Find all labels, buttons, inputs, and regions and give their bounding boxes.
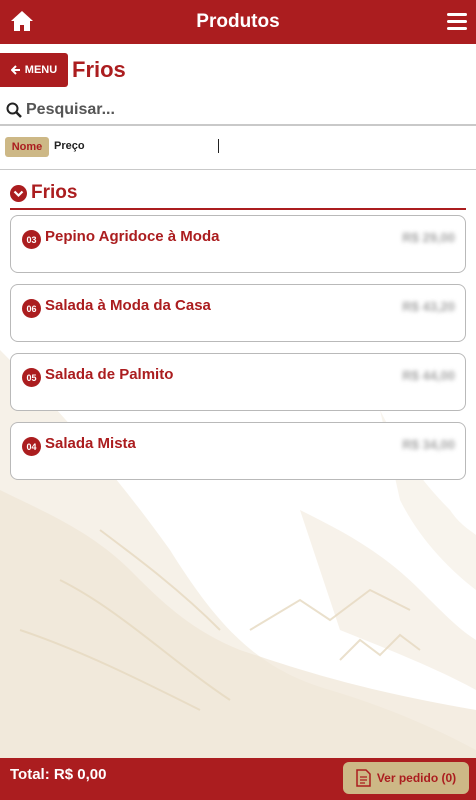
search-bar bbox=[0, 96, 476, 126]
product-item[interactable]: 05 Salada de Palmito R$ 44,00 bbox=[10, 353, 466, 411]
view-order-label: Ver pedido (0) bbox=[376, 771, 457, 785]
product-price: R$ 29,00 bbox=[402, 230, 455, 245]
product-name: Pepino Agridoce à Moda bbox=[45, 228, 220, 245]
app-header: Produtos bbox=[0, 0, 476, 44]
hamburger-bar bbox=[447, 13, 467, 16]
back-button-label: MENU bbox=[24, 64, 58, 76]
sort-by-price-button[interactable]: Preço bbox=[54, 140, 85, 152]
product-price: R$ 44,00 bbox=[402, 368, 455, 383]
product-list: 03 Pepino Agridoce à Moda R$ 29,00 06 Sa… bbox=[10, 215, 466, 491]
sort-bar: Nome Preço bbox=[0, 136, 476, 170]
product-price: R$ 43,20 bbox=[402, 299, 455, 314]
hamburger-bar bbox=[447, 20, 467, 23]
hamburger-menu-icon[interactable] bbox=[447, 13, 467, 31]
product-number-badge: 04 bbox=[22, 437, 41, 456]
order-total: Total: R$ 0,00 bbox=[10, 766, 107, 783]
view-order-button[interactable]: Ver pedido (0) bbox=[343, 762, 469, 794]
product-name: Salada Mista bbox=[45, 435, 136, 452]
order-footer: Total: R$ 0,00 Ver pedido (0) bbox=[0, 758, 476, 800]
product-item[interactable]: 06 Salada à Moda da Casa R$ 43,20 bbox=[10, 284, 466, 342]
product-name: Salada de Palmito bbox=[45, 366, 174, 383]
home-icon[interactable] bbox=[10, 10, 34, 32]
product-item[interactable]: 03 Pepino Agridoce à Moda R$ 29,00 bbox=[10, 215, 466, 273]
product-price: R$ 34,00 bbox=[402, 437, 455, 452]
search-icon bbox=[6, 102, 22, 118]
product-number-badge: 03 bbox=[22, 230, 41, 249]
product-number-badge: 06 bbox=[22, 299, 41, 318]
text-cursor bbox=[218, 139, 219, 153]
sort-by-name-button[interactable]: Nome bbox=[5, 137, 49, 157]
category-header-row: MENU Frios bbox=[0, 53, 476, 87]
product-item[interactable]: 04 Salada Mista R$ 34,00 bbox=[10, 422, 466, 480]
document-icon bbox=[356, 769, 371, 787]
page-header-title: Produtos bbox=[196, 11, 280, 32]
section-title: Frios bbox=[31, 182, 78, 203]
hamburger-bar bbox=[447, 27, 467, 30]
chevron-down-circle-icon bbox=[10, 184, 27, 202]
product-number-badge: 05 bbox=[22, 368, 41, 387]
search-input[interactable] bbox=[26, 101, 466, 119]
back-to-menu-button[interactable]: MENU bbox=[0, 53, 68, 87]
arrow-left-icon bbox=[10, 65, 20, 75]
product-name: Salada à Moda da Casa bbox=[45, 297, 211, 314]
category-title: Frios bbox=[72, 57, 126, 82]
section-header-frios[interactable]: Frios bbox=[10, 178, 466, 210]
